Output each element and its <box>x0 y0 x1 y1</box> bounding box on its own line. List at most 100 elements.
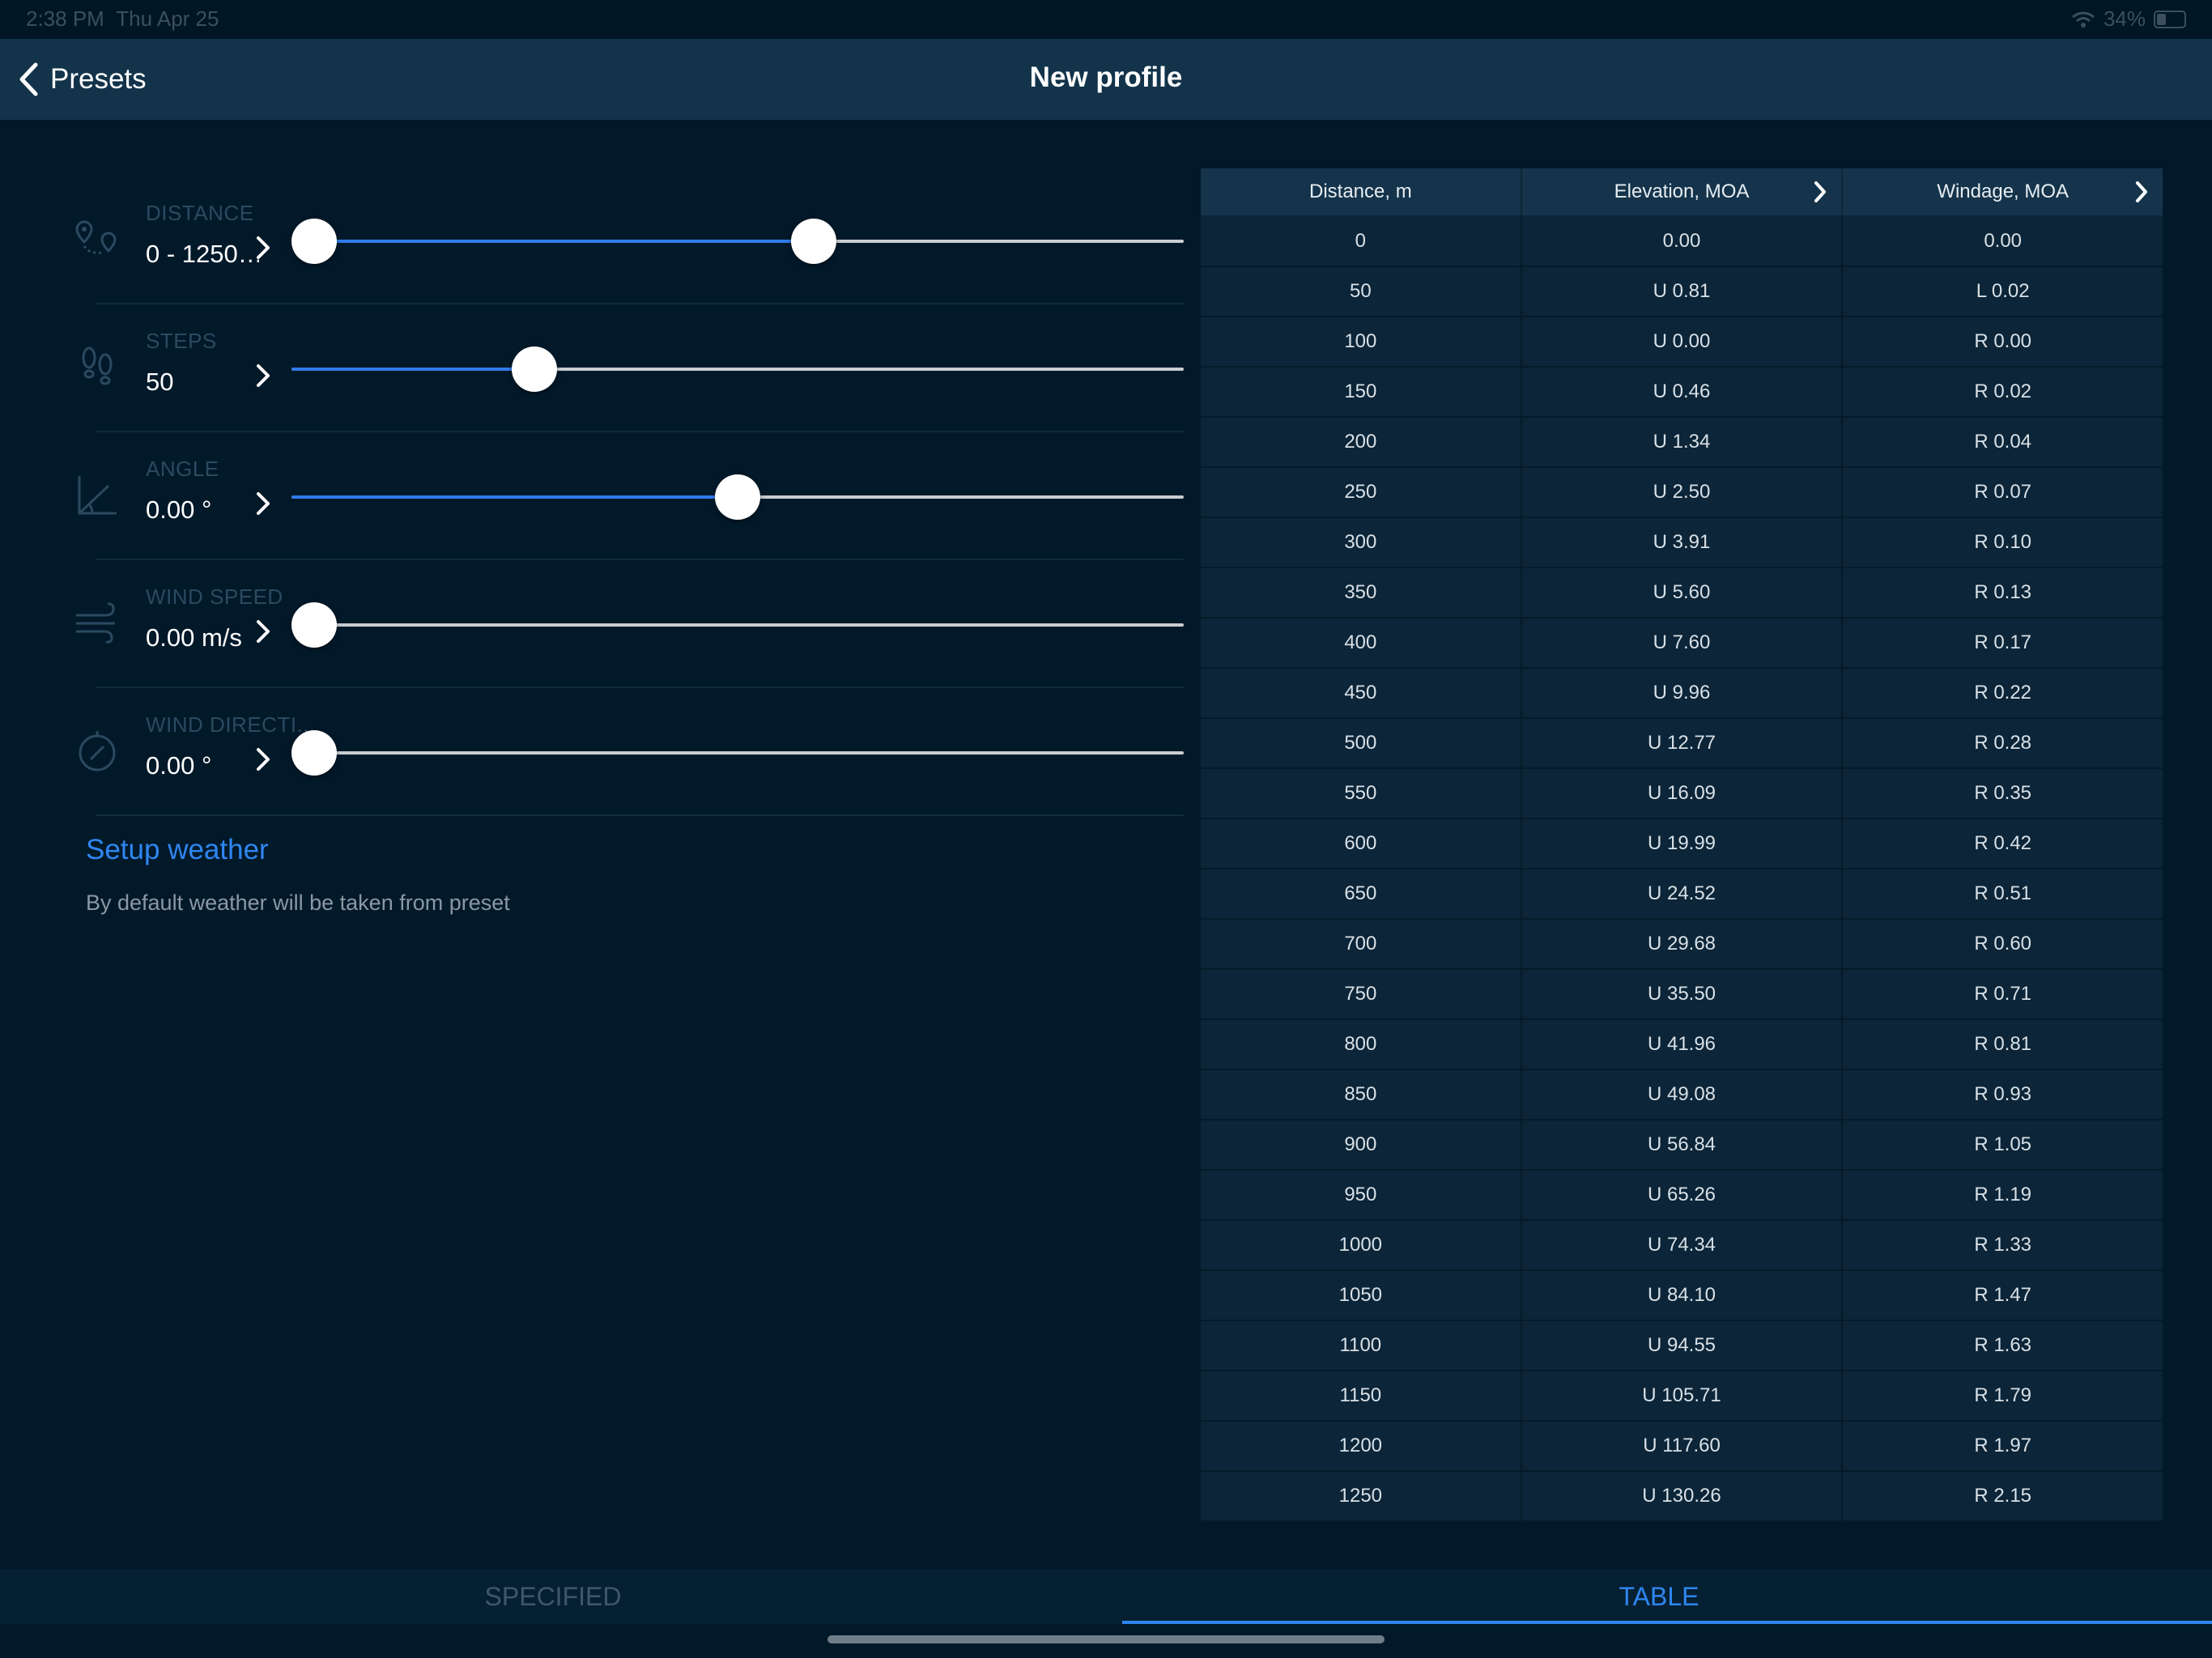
table-cell: U 105.71 <box>1521 1371 1844 1420</box>
tab-table[interactable]: TABLE <box>1106 1569 2212 1624</box>
slider-thumb-high[interactable] <box>791 219 837 264</box>
table-row: 850 U 49.08 R 0.93 <box>1201 1070 2163 1120</box>
column-header-distance: Distance, m <box>1201 168 1522 215</box>
table-row: 900 U 56.84 R 1.05 <box>1201 1120 2163 1171</box>
table-cell: 50 <box>1201 267 1522 316</box>
map-pins-icon <box>75 220 117 254</box>
status-bar: 2:38 PM Thu Apr 25 34% <box>0 0 2212 39</box>
table-cell: 1200 <box>1201 1422 1522 1470</box>
active-tab-indicator <box>1122 1621 2212 1624</box>
chevron-right-icon[interactable] <box>251 359 275 392</box>
chevron-right-icon[interactable] <box>2130 178 2153 206</box>
column-header-windage[interactable]: Windage, MOA <box>1843 168 2163 215</box>
table-cell: 700 <box>1201 920 1522 968</box>
table-row: 0 0.00 0.00 <box>1201 217 2163 267</box>
table-cell: U 2.50 <box>1521 468 1844 517</box>
table-row: 300 U 3.91 R 0.10 <box>1201 518 2163 568</box>
slider-thumb[interactable] <box>715 474 760 520</box>
table-cell: R 0.71 <box>1843 970 2163 1018</box>
table-cell: R 1.63 <box>1843 1321 2163 1370</box>
table-cell: U 7.60 <box>1521 619 1844 667</box>
compass-icon <box>79 731 116 772</box>
wind-speed-slider[interactable] <box>291 602 1184 648</box>
angle-slider[interactable] <box>291 474 1184 520</box>
table-cell: 1250 <box>1201 1472 1522 1520</box>
table-row: 1250 U 130.26 R 2.15 <box>1201 1472 2163 1522</box>
back-label: Presets <box>50 63 147 95</box>
table-cell: U 94.55 <box>1521 1321 1844 1370</box>
status-date: Thu Apr 25 <box>116 6 219 31</box>
slider-thumb-low[interactable] <box>291 219 337 264</box>
table-cell: R 0.00 <box>1843 317 2163 366</box>
table-cell: 750 <box>1201 970 1522 1018</box>
slider-track <box>291 751 1184 755</box>
table-cell: 350 <box>1201 568 1522 617</box>
table-cell: U 12.77 <box>1521 719 1844 767</box>
table-cell: U 41.96 <box>1521 1020 1844 1069</box>
divider <box>96 814 1184 816</box>
table-cell: 800 <box>1201 1020 1522 1069</box>
table-row: 500 U 12.77 R 0.28 <box>1201 719 2163 769</box>
column-header-label: Distance, m <box>1308 181 1412 202</box>
slider-thumb[interactable] <box>511 346 557 392</box>
table-row: 600 U 19.99 R 0.42 <box>1201 819 2163 869</box>
table-cell: 300 <box>1201 518 1522 567</box>
table-cell: R 0.10 <box>1843 518 2163 567</box>
table-cell: 400 <box>1201 619 1522 667</box>
table-cell: R 1.33 <box>1843 1221 2163 1269</box>
chevron-right-icon[interactable] <box>1809 178 1831 206</box>
wind-direction-slider[interactable] <box>291 730 1184 776</box>
table-cell: R 0.02 <box>1843 368 2163 416</box>
back-button[interactable]: Presets <box>18 58 147 100</box>
battery-percent: 34% <box>2103 6 2146 31</box>
nav-bar: New profile Presets <box>0 39 2212 120</box>
chevron-right-icon[interactable] <box>251 743 275 776</box>
param-value: 0.00 ° <box>146 751 212 780</box>
column-header-elevation[interactable]: Elevation, MOA <box>1522 168 1844 215</box>
table-cell: U 0.00 <box>1521 317 1844 366</box>
wind-icon <box>76 602 115 644</box>
setup-weather-link[interactable]: Setup weather <box>86 834 269 866</box>
table-header: Distance, m Elevation, MOA Windage, MOA <box>1201 168 2163 217</box>
status-clock: 2:38 PM <box>26 6 104 31</box>
chevron-right-icon[interactable] <box>251 487 275 520</box>
slider-thumb[interactable] <box>291 730 337 776</box>
table-cell: 100 <box>1201 317 1522 366</box>
table-cell: R 0.35 <box>1843 769 2163 818</box>
table-row: 1100 U 94.55 R 1.63 <box>1201 1321 2163 1371</box>
table-cell: 0.00 <box>1521 217 1844 266</box>
table-cell: 500 <box>1201 719 1522 767</box>
table-cell: R 0.28 <box>1843 719 2163 767</box>
param-value: 0.00 ° <box>146 495 212 524</box>
chevron-right-icon[interactable] <box>251 232 275 264</box>
slider-thumb[interactable] <box>291 602 337 648</box>
table-cell: 1050 <box>1201 1271 1522 1320</box>
table-cell: R 0.60 <box>1843 920 2163 968</box>
tab-bar: SPECIFIED TABLE <box>0 1569 2212 1624</box>
slider-fill <box>291 495 738 499</box>
table-cell: R 2.15 <box>1843 1472 2163 1520</box>
table-cell: R 0.51 <box>1843 869 2163 918</box>
table-cell: 250 <box>1201 468 1522 517</box>
table-cell: R 0.04 <box>1843 418 2163 466</box>
param-value: 50 <box>146 368 174 396</box>
table-cell: R 1.97 <box>1843 1422 2163 1470</box>
table-row: 1000 U 74.34 R 1.33 <box>1201 1221 2163 1271</box>
table-cell: 450 <box>1201 669 1522 717</box>
table-cell: U 74.34 <box>1521 1221 1844 1269</box>
table-cell: U 84.10 <box>1521 1271 1844 1320</box>
table-cell: R 1.47 <box>1843 1271 2163 1320</box>
slider-fill <box>291 368 534 371</box>
steps-slider[interactable] <box>291 346 1184 392</box>
table-cell: U 35.50 <box>1521 970 1844 1018</box>
chevron-right-icon[interactable] <box>251 615 275 648</box>
table-cell: 200 <box>1201 418 1522 466</box>
tab-specified[interactable]: SPECIFIED <box>0 1569 1106 1624</box>
table-cell: U 16.09 <box>1521 769 1844 818</box>
table-cell: R 1.79 <box>1843 1371 2163 1420</box>
param-value: 0.00 m/s <box>146 623 242 652</box>
distance-range-slider[interactable] <box>291 219 1184 264</box>
table-cell: U 0.81 <box>1521 267 1844 316</box>
table-cell: R 0.93 <box>1843 1070 2163 1119</box>
table-cell: 150 <box>1201 368 1522 416</box>
